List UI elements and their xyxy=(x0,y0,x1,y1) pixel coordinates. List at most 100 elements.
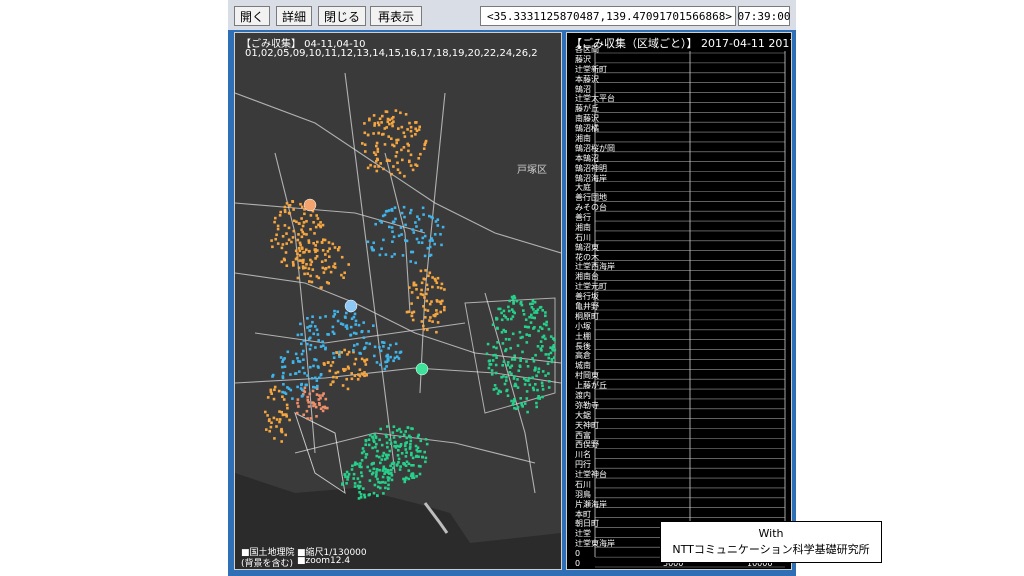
green-point xyxy=(353,482,357,485)
orange-point xyxy=(401,158,404,162)
green-point xyxy=(393,440,397,444)
green-point xyxy=(409,443,412,446)
green-point xyxy=(400,452,404,455)
redisplay-button[interactable]: 再表示 xyxy=(370,6,422,26)
cyan-point xyxy=(360,330,364,333)
cyan-point xyxy=(308,347,312,351)
green-point xyxy=(511,332,515,336)
time-field[interactable]: 07:39:00 xyxy=(738,6,791,26)
green-point xyxy=(487,366,491,370)
orange-point xyxy=(313,232,316,235)
green-point xyxy=(425,442,429,446)
orange-point xyxy=(328,369,332,373)
cyan-point xyxy=(300,342,303,346)
orange-point xyxy=(276,227,280,231)
cyan-point xyxy=(373,345,377,349)
cyan-point xyxy=(282,371,285,375)
green-point xyxy=(381,480,384,484)
orange-point xyxy=(335,351,338,354)
row-label: 天神町 xyxy=(575,420,599,430)
green-point xyxy=(368,434,372,437)
orange-point xyxy=(423,308,427,312)
cyan-point xyxy=(301,366,305,370)
orange-point xyxy=(420,281,424,285)
area-chart-grid xyxy=(594,51,786,568)
orange-point xyxy=(305,248,308,252)
orange-point xyxy=(372,114,376,117)
cyan-point xyxy=(345,311,348,315)
orange-point xyxy=(309,263,313,266)
green-point xyxy=(511,403,515,406)
green-point xyxy=(547,327,551,331)
row-label: 円行 xyxy=(575,460,591,470)
green-point xyxy=(498,307,502,311)
cyan-point xyxy=(365,341,368,345)
orange-point xyxy=(424,269,427,272)
cyan-point xyxy=(291,397,294,400)
green-point xyxy=(544,311,547,314)
green-point xyxy=(516,386,520,389)
cyan-point xyxy=(338,355,341,358)
orange-point xyxy=(410,314,414,318)
green-point xyxy=(360,474,364,478)
orange-point xyxy=(338,246,341,249)
green-point xyxy=(384,433,388,437)
row-label: 小塚 xyxy=(575,321,591,331)
orange-point xyxy=(298,254,302,257)
open-button[interactable]: 開く xyxy=(234,6,270,26)
orange-point xyxy=(280,410,283,414)
salmon-point xyxy=(306,395,309,399)
green-point xyxy=(541,384,544,388)
map-view[interactable]: 【ごみ収集】 04-11,04-10 01,02,05,09,10,11,12,… xyxy=(234,32,562,570)
green-point xyxy=(398,427,401,431)
orange-point xyxy=(420,288,423,292)
green-point xyxy=(406,426,410,429)
orange-point xyxy=(417,157,420,160)
green-point xyxy=(382,492,385,495)
close-button[interactable]: 閉じる xyxy=(318,6,366,26)
row-label: 花の木 xyxy=(575,252,599,262)
salmon-point xyxy=(306,417,309,420)
orange-point xyxy=(291,200,294,203)
cyan-point xyxy=(436,218,440,221)
orange-point xyxy=(321,223,325,227)
cyan-point xyxy=(316,365,320,368)
salmon-point xyxy=(312,401,315,405)
cyan-point xyxy=(352,331,356,335)
green-point xyxy=(390,474,394,477)
orange-point xyxy=(283,258,286,262)
cyan-point xyxy=(301,394,304,398)
salmon-point xyxy=(315,415,318,418)
green-point xyxy=(417,455,420,458)
green-point xyxy=(378,468,381,472)
cyan-point xyxy=(271,375,274,378)
green-point xyxy=(534,383,537,386)
cyan-point xyxy=(415,237,419,241)
green-point xyxy=(526,410,529,414)
orange-point xyxy=(347,367,350,370)
green-point xyxy=(532,308,535,311)
cyan-point xyxy=(289,373,292,376)
detail-button[interactable]: 詳細 xyxy=(276,6,312,26)
green-point xyxy=(549,351,553,355)
orange-point xyxy=(280,246,284,250)
green-point xyxy=(510,317,513,321)
orange-point xyxy=(265,428,268,431)
row-label: 城南 xyxy=(575,361,591,371)
orange-point xyxy=(337,248,340,252)
orange-point xyxy=(422,324,425,328)
coordinate-field[interactable]: <35.3331125870487,139.47091701566868> xyxy=(480,6,736,26)
green-point xyxy=(550,360,554,364)
orange-point xyxy=(300,205,304,209)
salmon-point xyxy=(311,389,315,393)
green-point xyxy=(371,471,375,475)
cyan-point xyxy=(412,231,416,234)
map-canvas[interactable] xyxy=(235,33,561,569)
orange-point xyxy=(288,212,292,215)
cyan-point xyxy=(404,239,407,242)
green-point xyxy=(533,316,536,320)
orange-point xyxy=(315,255,319,258)
cyan-point xyxy=(311,320,314,324)
row-label: 亀井野 xyxy=(575,302,599,311)
cyan-point xyxy=(354,323,357,326)
